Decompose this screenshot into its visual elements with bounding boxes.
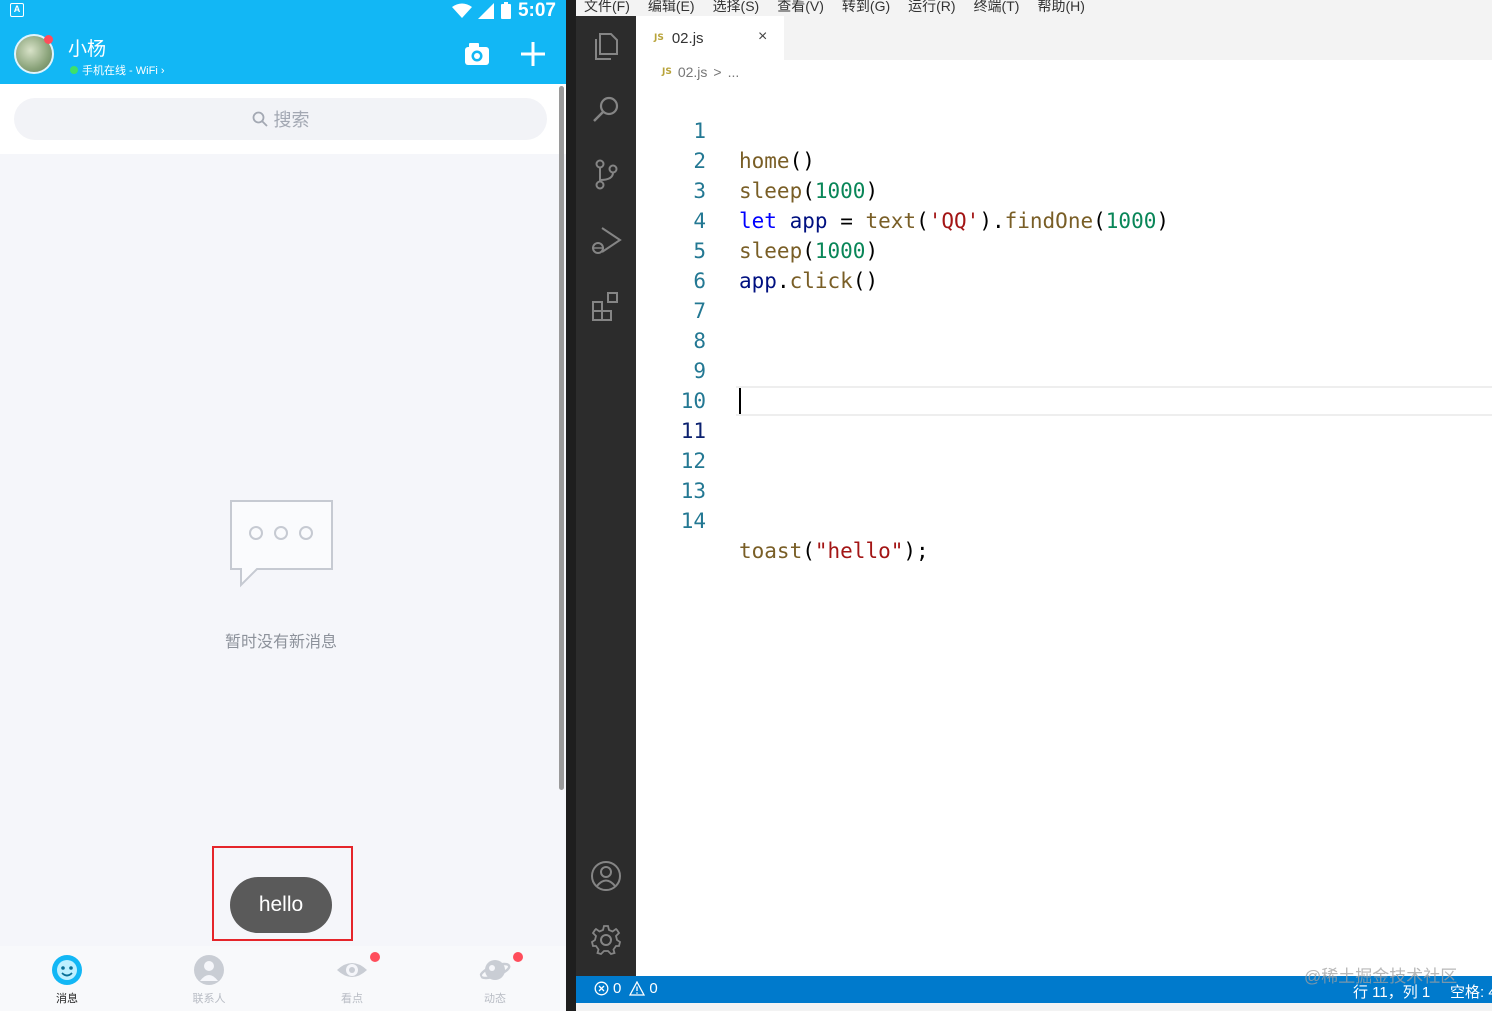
nav-item-contacts[interactable]: 联系人 [164, 950, 254, 1008]
line-number: 14 [680, 509, 706, 533]
settings-gear-icon[interactable] [590, 924, 622, 956]
close-icon[interactable]: × [758, 28, 767, 46]
online-dot-icon [70, 66, 78, 74]
planet-icon [479, 960, 511, 980]
nav-label: 联系人 [192, 993, 226, 1005]
online-status-label: 手机在线 - WiFi › [82, 65, 165, 77]
code-line: 4 sleep(1000) [636, 176, 1492, 263]
search-area: 搜索 [0, 84, 566, 154]
bottom-nav: 消息 联系人 看点 动态 [0, 946, 566, 1011]
empty-state-text: 暂时没有新消息 [224, 634, 337, 651]
activity-bar [576, 16, 636, 976]
eye-icon [337, 963, 367, 977]
code-line: 10 [636, 356, 1492, 413]
window-divider [566, 0, 576, 1011]
status-indicators: 5:07 [451, 0, 556, 22]
nav-item-messages[interactable]: 消息 [22, 950, 112, 1008]
app-notification-icon: A [10, 3, 24, 17]
problems-indicator[interactable]: 0 0 [594, 980, 658, 997]
code-line-active: 11 [636, 386, 1492, 443]
breadcrumb-symbol[interactable]: ... [728, 64, 740, 80]
code-line: 12 [636, 416, 1492, 473]
screen-root: A 5:07 小杨 手机在线 - WiFi › 搜索 暂时没有新消息 hello… [0, 0, 1492, 1011]
nav-item-kandian[interactable]: 看点 [307, 950, 397, 1008]
notification-badge [370, 952, 380, 962]
breadcrumb: JS 02.js > ... [662, 64, 739, 80]
tab-label: 02.js [671, 29, 704, 47]
code-line: 14 toast("hello"); [636, 476, 1492, 563]
message-icon [52, 955, 82, 985]
code-line: 6 [636, 236, 1492, 293]
tab-02-js[interactable]: JS 02.js × [636, 16, 784, 60]
menu-item-view[interactable]: 查看(V) [777, 0, 824, 16]
menu-item-help[interactable]: 帮助(H) [1037, 0, 1084, 16]
status-time: 5:07 [517, 0, 556, 21]
js-file-icon: JS [654, 33, 664, 43]
menu-item-terminal[interactable]: 终端(T) [974, 0, 1020, 16]
editor-tabs: JS 02.js × [636, 16, 1492, 60]
notification-badge [513, 952, 523, 962]
explorer-icon[interactable] [590, 30, 622, 62]
search-input[interactable]: 搜索 [14, 98, 547, 140]
search-icon [252, 111, 268, 127]
warning-icon [629, 981, 646, 996]
menu-item-run[interactable]: 运行(R) [908, 0, 955, 16]
menu-item-edit[interactable]: 编辑(E) [648, 0, 695, 16]
account-icon[interactable] [590, 860, 622, 892]
code-editor[interactable]: 1 home() 2 sleep(1000) 3 let app = text(… [636, 86, 1492, 976]
menu-item-file[interactable]: 文件(F) [584, 0, 630, 16]
code-line: 9 [636, 326, 1492, 383]
code-line: 2 sleep(1000) [636, 116, 1492, 203]
code-line: 7 [636, 266, 1492, 323]
toast-message: hello [230, 877, 332, 933]
nav-item-dynamic[interactable]: 动态 [450, 950, 540, 1008]
code-line: 8 [636, 296, 1492, 353]
extensions-icon[interactable] [590, 290, 622, 322]
phone-qq-app: A 5:07 小杨 手机在线 - WiFi › 搜索 暂时没有新消息 hello… [0, 0, 566, 1011]
error-count: 0 [613, 980, 622, 997]
online-status[interactable]: 手机在线 - WiFi › [70, 62, 164, 78]
menu-item-go[interactable]: 转到(G) [842, 0, 890, 16]
code-line: 1 home() [636, 86, 1492, 173]
add-icon[interactable] [519, 40, 547, 68]
source-control-icon[interactable] [590, 158, 622, 190]
menu-bar: 文件(F) 编辑(E) 选择(S) 查看(V) 转到(G) 运行(R) 终端(T… [576, 0, 1492, 16]
code-line: 3 let app = text('QQ').findOne(1000) [636, 146, 1492, 233]
menu-item-selection[interactable]: 选择(S) [713, 0, 760, 16]
code-line: 13 [636, 446, 1492, 503]
empty-chat-bubble-icon [230, 500, 333, 588]
nav-label: 看点 [341, 993, 363, 1005]
qq-header: A 5:07 小杨 手机在线 - WiFi › [0, 0, 566, 84]
user-name[interactable]: 小杨 [68, 34, 106, 61]
wifi-icon [451, 3, 472, 18]
battery-icon [500, 2, 511, 19]
avatar-notification-dot [44, 35, 53, 44]
window-bottom-edge [576, 1003, 1492, 1011]
nav-label: 动态 [484, 993, 506, 1005]
search-placeholder: 搜索 [273, 110, 310, 130]
error-icon [594, 981, 609, 996]
vscode-window: 文件(F) 编辑(E) 选择(S) 查看(V) 转到(G) 运行(R) 终端(T… [576, 0, 1492, 1011]
run-debug-icon[interactable] [590, 224, 622, 256]
signal-icon [477, 3, 494, 19]
search-icon[interactable] [590, 94, 622, 126]
scrollbar[interactable] [559, 86, 564, 790]
line-code: toast("hello"); [739, 539, 929, 563]
chevron-right-icon: > [713, 64, 722, 80]
text-cursor [739, 388, 741, 414]
camera-icon[interactable] [464, 42, 490, 66]
android-status-bar: A 5:07 [0, 0, 566, 22]
warning-count: 0 [649, 980, 658, 997]
breadcrumb-file[interactable]: 02.js [678, 64, 708, 80]
contacts-icon [194, 955, 224, 985]
nav-label: 消息 [56, 993, 78, 1005]
watermark: @稀土掘金技术社区 [1304, 967, 1458, 986]
code-line: 5 app.click() [636, 206, 1492, 293]
js-file-icon: JS [662, 67, 672, 77]
